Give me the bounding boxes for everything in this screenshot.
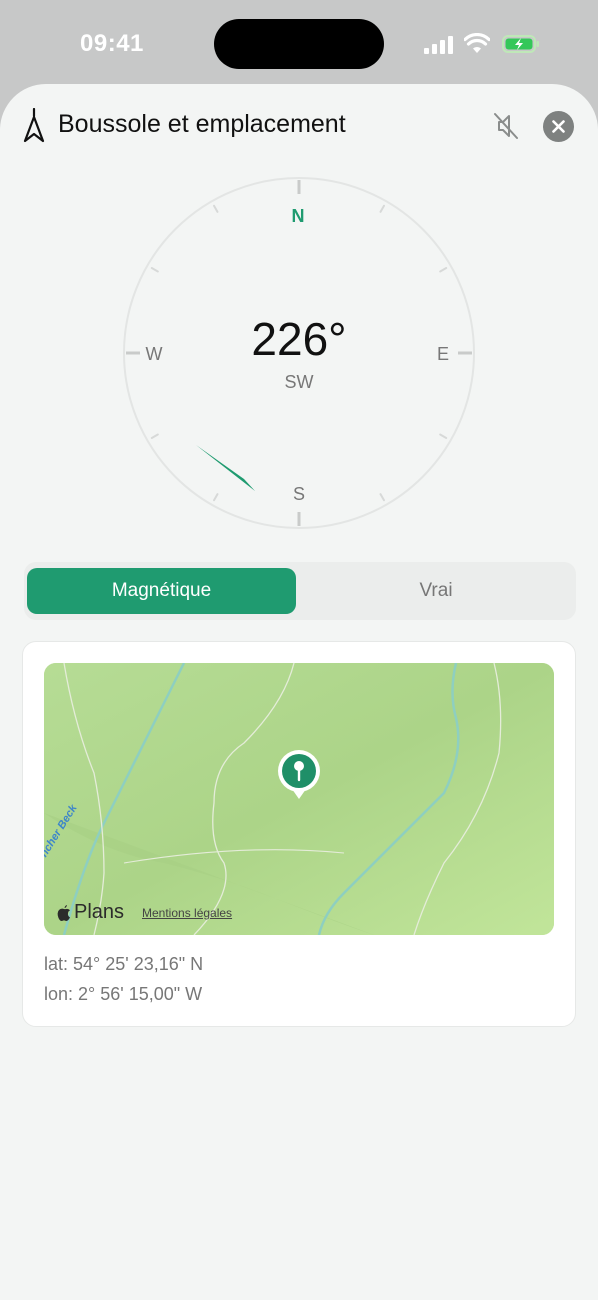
legal-link[interactable]: Mentions légales (142, 906, 232, 920)
apple-logo-icon (57, 904, 70, 921)
cardinal-north: N (291, 206, 305, 226)
dynamic-island (214, 19, 384, 69)
cardinal-south: S (292, 484, 305, 504)
sheet-header: Boussole et emplacement (0, 84, 598, 170)
speaker-muted-icon[interactable] (490, 110, 522, 142)
close-icon (552, 120, 565, 133)
heading-value: 226° (251, 313, 347, 365)
maps-attribution-text: Plans (74, 901, 125, 923)
segment-true[interactable]: Vrai (300, 568, 572, 614)
longitude: lon: 2° 56' 15,00" W (44, 984, 203, 1004)
compass-sheet: Boussole et emplacement N E S W 226° SW … (0, 84, 598, 1300)
status-bar: 09:41 (0, 0, 598, 88)
wifi-icon (464, 33, 490, 53)
location-map[interactable]: Plans Mentions légales ncher Beck (44, 663, 554, 935)
maps-attribution: Plans (56, 901, 124, 924)
cellular-signal-icon (424, 36, 453, 54)
close-button[interactable] (543, 111, 574, 142)
north-reference-toggle: Magnétique Vrai (24, 562, 576, 620)
location-pin-icon (278, 750, 320, 799)
compass-needle-icon (23, 108, 45, 143)
battery-charging-icon (502, 35, 539, 53)
latitude: lat: 54° 25' 23,16" N (44, 954, 204, 974)
status-time: 09:41 (80, 30, 144, 57)
heading-direction: SW (284, 372, 314, 392)
location-card: Plans Mentions légales ncher Beck lat: 5… (22, 641, 576, 1027)
segment-magnetic[interactable]: Magnétique (27, 568, 296, 614)
page-title: Boussole et emplacement (58, 110, 346, 138)
